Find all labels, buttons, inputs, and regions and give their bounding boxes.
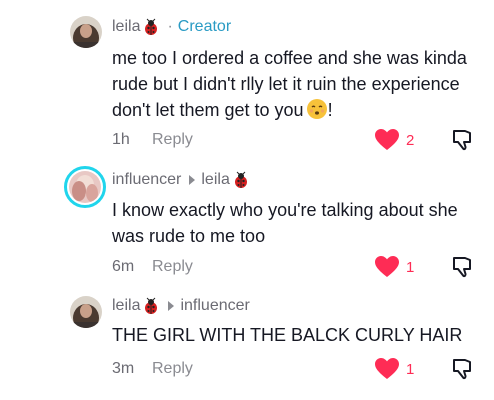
reply-button[interactable]: Reply [152, 360, 193, 378]
smiling-emoji-icon [306, 98, 328, 120]
dislike-icon [450, 359, 474, 385]
reply-to-username[interactable]: leila [201, 171, 229, 189]
comment-meta: influencer leila [112, 171, 250, 189]
like-count: 2 [406, 131, 415, 149]
like-count: 1 [406, 258, 415, 276]
like-button[interactable]: 2 [374, 128, 414, 152]
comment-actions: 6m Reply 1 [112, 255, 482, 279]
comment-text-suffix: ! [327, 100, 333, 120]
reply-button[interactable]: Reply [152, 258, 193, 276]
reply-arrow-icon [168, 301, 175, 311]
comment-text-main: me too I ordered a coffee and she was ki… [112, 48, 467, 120]
creator-badge: Creator [177, 18, 232, 35]
avatar-influencer[interactable] [64, 166, 106, 208]
comment-meta: leila influencer [112, 297, 250, 315]
like-button[interactable]: 1 [374, 255, 414, 279]
dislike-button[interactable] [450, 357, 474, 386]
reply-to-username[interactable]: influencer [180, 297, 249, 315]
username[interactable]: leila [112, 297, 140, 315]
heart-icon [374, 255, 400, 279]
ladybug-icon [142, 18, 160, 36]
timestamp: 1h [112, 131, 130, 148]
comment-text-main: I know exactly who you're talking about … [112, 200, 458, 246]
heart-icon [374, 128, 400, 152]
comment-text: THE GIRL WITH THE BALCK CURLY HAIR [112, 322, 482, 348]
comment-text: I know exactly who you're talking about … [112, 197, 482, 249]
dislike-icon [450, 130, 474, 156]
comment-text: me too I ordered a coffee and she was ki… [112, 45, 482, 123]
dislike-icon [450, 257, 474, 283]
avatar-leila[interactable] [70, 16, 102, 48]
dislike-button[interactable] [450, 255, 474, 284]
heart-icon [374, 357, 400, 381]
comment-meta: leila · Creator [112, 18, 231, 36]
timestamp: 6m [112, 258, 135, 275]
ladybug-icon [142, 297, 160, 315]
reply-button[interactable]: Reply [152, 131, 193, 149]
username[interactable]: influencer [112, 171, 181, 189]
dislike-button[interactable] [450, 128, 474, 157]
avatar-leila[interactable] [70, 296, 102, 328]
separator-dot: · [167, 18, 173, 35]
comment-actions: 3m Reply 1 [112, 357, 482, 381]
comment-actions: 1h Reply 2 [112, 128, 482, 152]
timestamp: 3m [112, 360, 135, 377]
like-count: 1 [406, 360, 415, 378]
comment-text-main: THE GIRL WITH THE BALCK CURLY HAIR [112, 325, 463, 345]
username[interactable]: leila [112, 18, 140, 36]
ladybug-icon [232, 171, 250, 189]
reply-arrow-icon [189, 175, 196, 185]
like-button[interactable]: 1 [374, 357, 414, 381]
comment-thread: leila · Creator me too I ordered a coffe… [0, 0, 494, 400]
